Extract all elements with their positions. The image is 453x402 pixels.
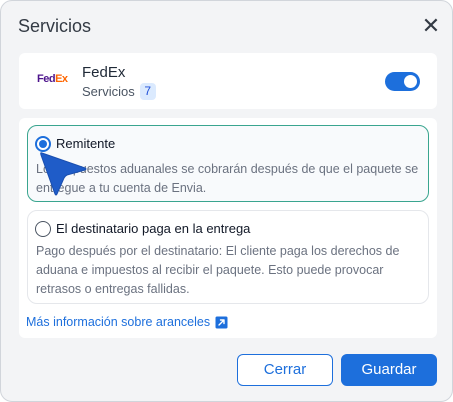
radio-sender[interactable] (35, 136, 51, 152)
option-recipient-title: El destinatario paga en la entrega (56, 221, 251, 236)
services-modal: Servicios ✕ FedEx FedEx Servicios 7 Remi… (0, 0, 453, 402)
pointer-cursor-icon (40, 152, 87, 196)
save-button[interactable]: Guardar (341, 354, 437, 386)
radio-recipient[interactable] (35, 221, 51, 237)
toggle-knob (404, 75, 417, 88)
carrier-enabled-toggle[interactable] (385, 72, 420, 91)
fedex-logo: FedEx (37, 73, 68, 85)
services-count-badge: 7 (139, 83, 156, 100)
carrier-subtitle-label: Servicios (82, 84, 135, 99)
fedex-logo-ex: Ex (55, 73, 68, 85)
cancel-button[interactable]: Cerrar (237, 354, 333, 386)
modal-title: Servicios (18, 16, 92, 36)
external-link-icon (215, 316, 228, 328)
option-sender-title: Remitente (56, 136, 116, 151)
tariffs-info-link-label: Más información sobre aranceles (26, 315, 211, 329)
fedex-logo-fed: Fed (37, 73, 56, 85)
option-recipient-description: Pago después por el destinatario: El cli… (36, 244, 400, 296)
option-recipient[interactable]: El destinatario paga en la entrega Pago … (27, 210, 429, 304)
carrier-name: FedEx (82, 64, 126, 81)
tariffs-info-link[interactable]: Más información sobre aranceles (26, 315, 228, 329)
option-sender-description: Los impuestos aduanales se cobrarán desp… (36, 162, 419, 195)
carrier-card: FedEx FedEx Servicios 7 (19, 53, 437, 109)
carrier-subtitle: Servicios 7 (82, 83, 156, 100)
close-icon[interactable]: ✕ (421, 15, 441, 37)
